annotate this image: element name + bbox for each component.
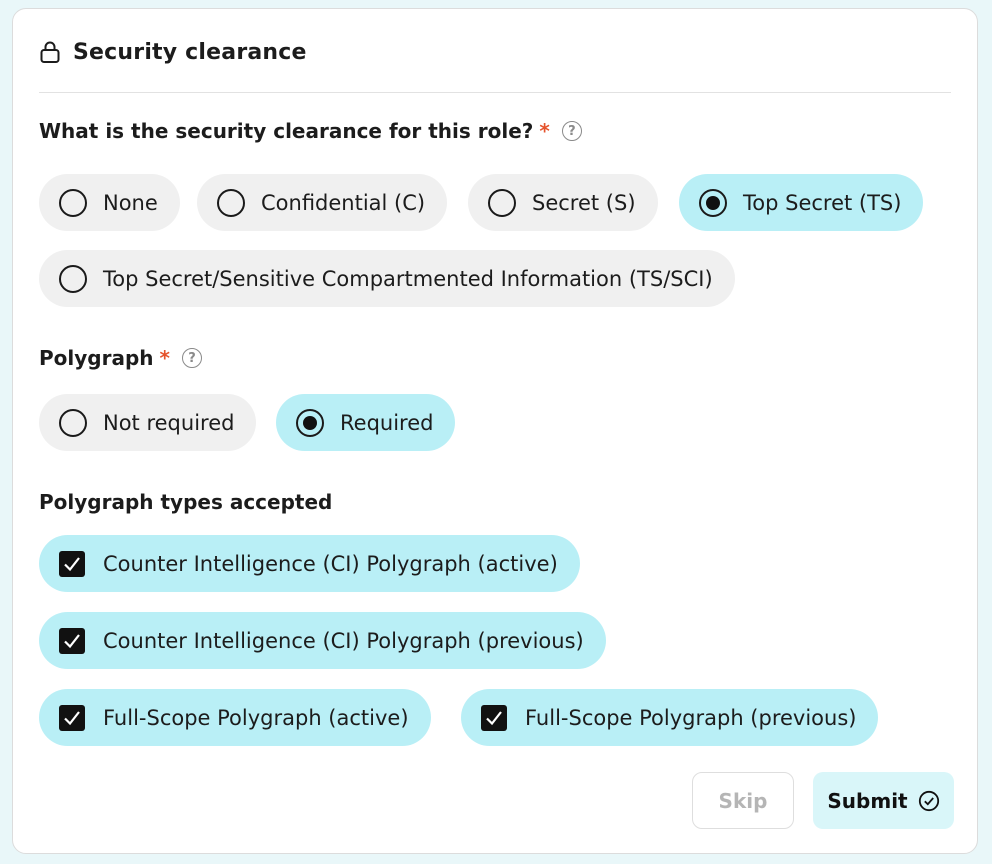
checkbox-checked [59, 550, 85, 577]
submit-button[interactable]: Submit [813, 772, 954, 829]
checkbox-option-fullscope-active[interactable]: Full-Scope Polygraph (active) [39, 689, 431, 746]
required-asterisk: * [159, 346, 170, 370]
submit-button-label: Submit [827, 788, 908, 813]
radio-circle [217, 188, 245, 217]
radio-label: Confidential (C) [261, 190, 426, 215]
clearance-question-text: What is the security clearance for this … [39, 119, 534, 143]
divider [39, 92, 951, 93]
radio-label: None [103, 190, 158, 215]
radio-label: Secret (S) [532, 190, 636, 215]
checkbox-checked [481, 704, 507, 731]
radio-circle [59, 188, 87, 217]
checkmark-icon [64, 710, 80, 725]
required-asterisk: * [539, 119, 550, 143]
radio-circle [59, 408, 87, 437]
radio-option-secret[interactable]: Secret (S) [468, 174, 658, 231]
checkbox-label: Full-Scope Polygraph (active) [103, 705, 409, 730]
polygraph-types-question: Polygraph types accepted [39, 490, 332, 514]
section-header: Security clearance [39, 37, 307, 67]
checkbox-option-ci-previous[interactable]: Counter Intelligence (CI) Polygraph (pre… [39, 612, 606, 669]
radio-dot [706, 195, 720, 210]
radio-dot [303, 415, 317, 430]
radio-label: Not required [103, 410, 235, 435]
radio-option-ts-sci[interactable]: Top Secret/Sensitive Compartmented Infor… [39, 250, 735, 307]
radio-circle [59, 264, 87, 293]
checkbox-label: Counter Intelligence (CI) Polygraph (pre… [103, 628, 584, 653]
checkbox-option-ci-active[interactable]: Counter Intelligence (CI) Polygraph (act… [39, 535, 580, 592]
radio-option-top-secret[interactable]: Top Secret (TS) [679, 174, 924, 231]
radio-option-confidential[interactable]: Confidential (C) [197, 174, 448, 231]
polygraph-question-text: Polygraph [39, 346, 154, 370]
checkmark-icon [486, 710, 502, 725]
help-icon[interactable]: ? [561, 121, 582, 141]
help-icon[interactable]: ? [182, 348, 202, 368]
checkbox-checked [59, 627, 85, 654]
checkmark-icon [64, 556, 80, 571]
radio-label: Top Secret (TS) [743, 190, 902, 215]
radio-label: Required [340, 410, 434, 435]
radio-option-not-required[interactable]: Not required [39, 394, 257, 451]
radio-circle-selected [296, 408, 324, 437]
checkbox-label: Counter Intelligence (CI) Polygraph (act… [103, 551, 558, 576]
lock-icon [40, 41, 60, 63]
polygraph-types-question-text: Polygraph types accepted [39, 490, 333, 514]
skip-button[interactable]: Skip [692, 772, 794, 829]
section-title: Security clearance [73, 39, 307, 65]
radio-label: Top Secret/Sensitive Compartmented Infor… [103, 266, 713, 291]
radio-circle-selected [699, 188, 727, 217]
checkbox-label: Full-Scope Polygraph (previous) [525, 705, 857, 730]
radio-circle [488, 188, 516, 217]
check-circle-icon [918, 790, 939, 811]
security-clearance-card: Security clearance What is the security … [12, 8, 978, 854]
polygraph-question: Polygraph * ? [39, 346, 202, 370]
skip-button-label: Skip [718, 788, 768, 813]
checkmark-icon [64, 633, 80, 648]
checkbox-option-fullscope-previous[interactable]: Full-Scope Polygraph (previous) [461, 689, 879, 746]
radio-option-none[interactable]: None [39, 174, 180, 231]
checkbox-checked [59, 704, 85, 731]
radio-option-required[interactable]: Required [276, 394, 456, 451]
clearance-question: What is the security clearance for this … [39, 119, 582, 143]
